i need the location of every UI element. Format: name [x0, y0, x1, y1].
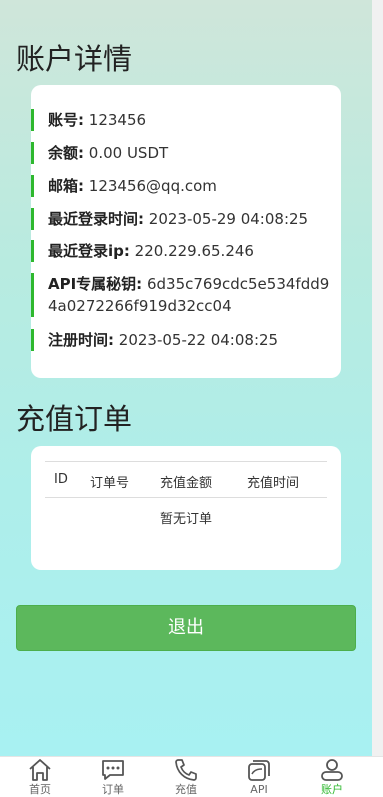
row-label: 注册时间: [48, 331, 114, 349]
column-header: 充值时间 [247, 476, 300, 491]
account-card: 账号: 123456 余额: 0.00 USDT 邮箱: 123456@qq.c… [31, 85, 341, 378]
row-label: 邮箱: [48, 177, 84, 195]
phone-icon [175, 759, 197, 781]
user-icon [321, 759, 343, 781]
row-value: 123456@qq.com [88, 177, 217, 195]
empty-message: 暂无订单 [159, 512, 212, 527]
row-label: 最近登录ip: [48, 242, 130, 260]
orders-table: ID 订单号 充值金额 充值时间 暂无订单 [45, 461, 327, 527]
orders-title: 充值订单 [16, 402, 133, 436]
logout-button[interactable]: 退出 [16, 605, 356, 651]
last-login-ip-row: 最近登录ip: 220.229.65.246 [31, 240, 331, 262]
last-login-time-row: 最近登录时间: 2023-05-29 04:08:25 [31, 208, 331, 230]
column-header: ID [54, 472, 68, 487]
account-title: 账户详情 [16, 42, 133, 76]
tab-recharge[interactable]: 充值 [156, 757, 216, 797]
scrollbar[interactable] [372, 0, 383, 756]
balance-row: 余额: 0.00 USDT [31, 142, 331, 164]
row-value: 220.229.65.246 [134, 242, 254, 260]
tab-api[interactable]: API [229, 757, 289, 797]
tab-orders[interactable]: 订单 [83, 757, 143, 797]
row-label: 最近登录时间: [48, 210, 144, 228]
orders-card: ID 订单号 充值金额 充值时间 暂无订单 [31, 446, 341, 570]
column-header: 订单号 [90, 476, 130, 491]
row-value: 2023-05-22 04:08:25 [118, 331, 279, 349]
tab-label: API [250, 783, 268, 796]
tab-home[interactable]: 首页 [10, 757, 70, 797]
bottom-tab-bar: 首页 订单 充值 API 账户 [0, 756, 383, 797]
tab-label: 充值 [175, 783, 197, 796]
row-label: API专属秘钥: [48, 275, 143, 293]
row-label: 余额: [48, 144, 84, 162]
register-time-row: 注册时间: 2023-05-22 04:08:25 [31, 329, 331, 351]
api-key-row: API专属秘钥: 6d35c769cdc5e534fdd9 4a0272266f… [31, 273, 331, 317]
row-value-continued[interactable]: 4a0272266f919d32cc04 [48, 297, 232, 315]
cards-icon [248, 760, 270, 781]
account-row: 账号: 123456 [31, 109, 331, 131]
column-header: 充值金额 [160, 476, 213, 491]
row-value: 0.00 USDT [88, 144, 169, 162]
tab-label: 首页 [29, 783, 51, 796]
message-icon [102, 760, 124, 780]
row-value: 2023-05-29 04:08:25 [148, 210, 309, 228]
row-value[interactable]: 6d35c769cdc5e534fdd9 [147, 275, 329, 293]
table-header: ID 订单号 充值金额 充值时间 [45, 462, 327, 498]
home-icon [29, 759, 51, 781]
row-label: 账号: [48, 111, 84, 129]
tab-label: 账户 [321, 783, 343, 796]
tab-account[interactable]: 账户 [302, 757, 362, 797]
email-row: 邮箱: 123456@qq.com [31, 175, 331, 197]
tab-label: 订单 [102, 783, 124, 796]
row-value: 123456 [88, 111, 147, 129]
